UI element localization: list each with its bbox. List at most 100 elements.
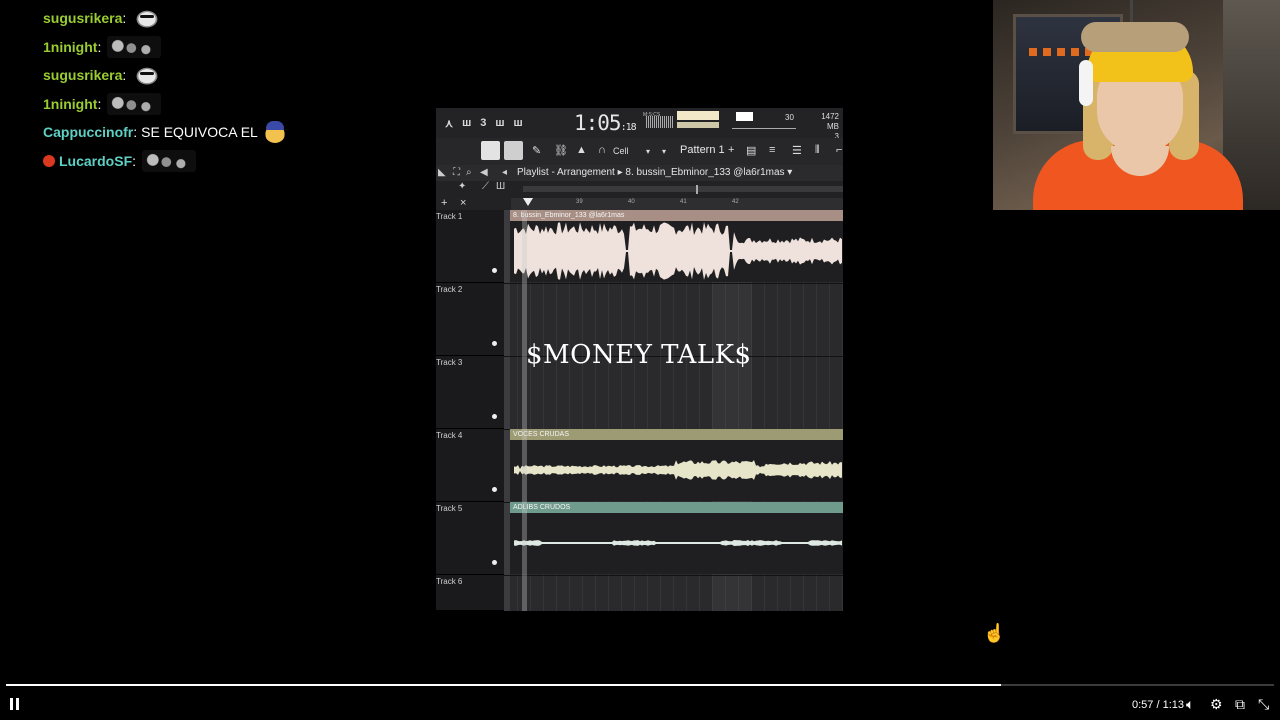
ruler-number: 41 <box>680 199 687 205</box>
arrow-button[interactable] <box>504 141 523 160</box>
add-track-icon[interactable]: + <box>441 197 447 209</box>
lane-divider <box>504 283 843 284</box>
timeline-ruler[interactable]: ✦ ⟋ Ш + × 39 40 41 42 <box>436 181 843 210</box>
track-header[interactable]: Track 1 <box>436 210 504 283</box>
playhead-line <box>522 210 527 611</box>
speaker-icon[interactable]: ◀ <box>480 167 488 178</box>
chevron-down-icon[interactable]: ▾ <box>662 147 666 156</box>
streamer-hat <box>1081 22 1189 52</box>
paint-icon[interactable]: ▲ <box>576 144 587 156</box>
zoom-icon[interactable]: ⌕ <box>466 167 472 178</box>
playlist-title[interactable]: Playlist - Arrangement ▸ 8. bussin_Ebmin… <box>517 167 792 178</box>
track-header[interactable]: Track 3 <box>436 356 504 429</box>
chevron-down-icon[interactable]: ▾ <box>646 147 650 156</box>
progress-fill <box>6 684 1002 686</box>
select-icon[interactable]: ⛶ <box>453 167 460 178</box>
track-name: Track 3 <box>436 358 463 367</box>
blend-icon[interactable]: ш <box>514 117 523 129</box>
track-led[interactable] <box>492 560 497 565</box>
master-slider[interactable] <box>732 128 796 129</box>
add-pattern-icon[interactable]: + <box>728 144 734 156</box>
bars-icon[interactable]: Ш <box>496 181 505 192</box>
face-emote-icon <box>263 121 286 144</box>
track-name: Track 1 <box>436 212 463 221</box>
close-icon[interactable]: × <box>460 197 466 209</box>
track-header[interactable]: Track 2 <box>436 283 504 356</box>
chat-username[interactable]: Cappuccinofr <box>43 124 133 140</box>
tool-icon[interactable]: ◣ <box>438 167 446 178</box>
chat-username[interactable]: sugusrikera <box>43 67 122 83</box>
chat-username[interactable]: 1ninight <box>43 39 97 55</box>
arrange-icon[interactable]: ◂ <box>502 167 507 178</box>
clip-body[interactable] <box>510 513 843 574</box>
track-led[interactable] <box>492 487 497 492</box>
mixer-icon[interactable]: ⫴ <box>815 144 820 157</box>
ruler-number: 42 <box>732 199 739 205</box>
pause-icon[interactable] <box>9 698 21 711</box>
record-mode-icon[interactable]: ш <box>495 117 504 129</box>
plugin-icon[interactable]: ⌐ <box>836 144 842 156</box>
clip-body[interactable] <box>510 221 843 282</box>
chat-colon: : <box>133 124 138 141</box>
link-icon[interactable]: ⛓ <box>554 144 568 157</box>
track-name: Track 6 <box>436 577 463 586</box>
track-header[interactable]: Track 4 <box>436 429 504 502</box>
track-led[interactable] <box>492 268 497 273</box>
piano-roll-icon[interactable]: ≡ <box>769 144 775 156</box>
timeline-scrollbar[interactable] <box>523 186 843 192</box>
clip-header[interactable]: VOCES CRUDAS <box>510 429 843 440</box>
scroll-thumb[interactable] <box>696 185 698 194</box>
fullscreen-exit-icon[interactable]: ⤡ <box>1258 697 1269 711</box>
clip-body[interactable] <box>510 440 843 501</box>
popout-icon[interactable]: ⧉ <box>1235 697 1245 711</box>
ruler-number: 39 <box>576 199 583 205</box>
track-led[interactable] <box>492 414 497 419</box>
chat-colon: : <box>132 152 137 169</box>
playlist-titlebar: ◣ ⛶ ⌕ ◀ ◂ Playlist - Arrangement ▸ 8. bu… <box>436 165 843 181</box>
clip-header[interactable]: ADLIBS CRUDOS <box>510 502 843 513</box>
headphones <box>1079 60 1093 106</box>
video-caption: $MONEY TALK$ <box>526 340 752 370</box>
chat-username[interactable]: LucardoSF <box>59 153 132 169</box>
bar-ruler[interactable]: 39 40 41 42 <box>511 198 843 210</box>
metronome-icon[interactable]: ⋏ <box>445 117 453 130</box>
arrow-icon[interactable]: ✦ <box>458 181 466 192</box>
track-led[interactable] <box>492 341 497 346</box>
settings-icon[interactable]: ⚙ <box>1210 697 1223 711</box>
lane-divider <box>504 575 843 576</box>
volume-icon[interactable]: 🔈︎ <box>1186 697 1194 711</box>
chat-message: 1ninight: <box>43 90 343 119</box>
audio-waveform <box>514 460 842 480</box>
slider-value: 30 <box>785 113 794 122</box>
magnet-icon[interactable]: ∩ <box>598 144 606 156</box>
channel-rack-icon[interactable]: ☰ <box>792 144 802 157</box>
track-header[interactable]: Track 6 <box>436 575 504 611</box>
ghost-emote-icon <box>132 7 163 30</box>
snap-select[interactable]: Cell <box>613 146 629 156</box>
ghost-emote-icon <box>132 64 163 87</box>
video-progress-bar[interactable] <box>6 684 1274 686</box>
playhead-marker[interactable] <box>523 198 533 206</box>
audio-waveform <box>514 222 842 280</box>
chat-message: Cappuccinofr: SE EQUIVOCA EL <box>43 118 343 147</box>
pattern-selector[interactable]: Pattern 1 <box>680 144 725 156</box>
track-header[interactable]: Track 5 <box>436 502 504 575</box>
loop-icon[interactable]: ш <box>462 117 471 129</box>
link-icon[interactable]: ⟋ <box>482 181 489 192</box>
snap-button[interactable] <box>481 141 500 160</box>
clip-header[interactable]: 8. bussin_Ebminor_133 @la6r1mas <box>510 210 843 221</box>
chat-message: LucardoSF: <box>43 147 343 176</box>
draw-icon[interactable]: ✎ <box>532 144 541 157</box>
chat-username[interactable]: 1ninight <box>43 96 97 112</box>
track-name: Track 4 <box>436 431 463 440</box>
group-emote-icon <box>107 92 162 115</box>
webcam-feed <box>993 0 1280 210</box>
daw-second-toolbar: ✎ ⛓ ▲ ∩ Cell ▾ ▾ Pattern 1 + ▤ ≡ ☰ ⫴ ⌐ <box>436 138 843 165</box>
peak-meter <box>677 122 719 128</box>
step-icon[interactable]: 3 <box>480 117 486 129</box>
playlist-icon[interactable]: ▤ <box>746 144 756 157</box>
ruler-number: 40 <box>628 199 635 205</box>
chat-username[interactable]: sugusrikera <box>43 10 122 26</box>
chat-colon: : <box>97 38 102 55</box>
audio-waveform <box>514 540 842 546</box>
